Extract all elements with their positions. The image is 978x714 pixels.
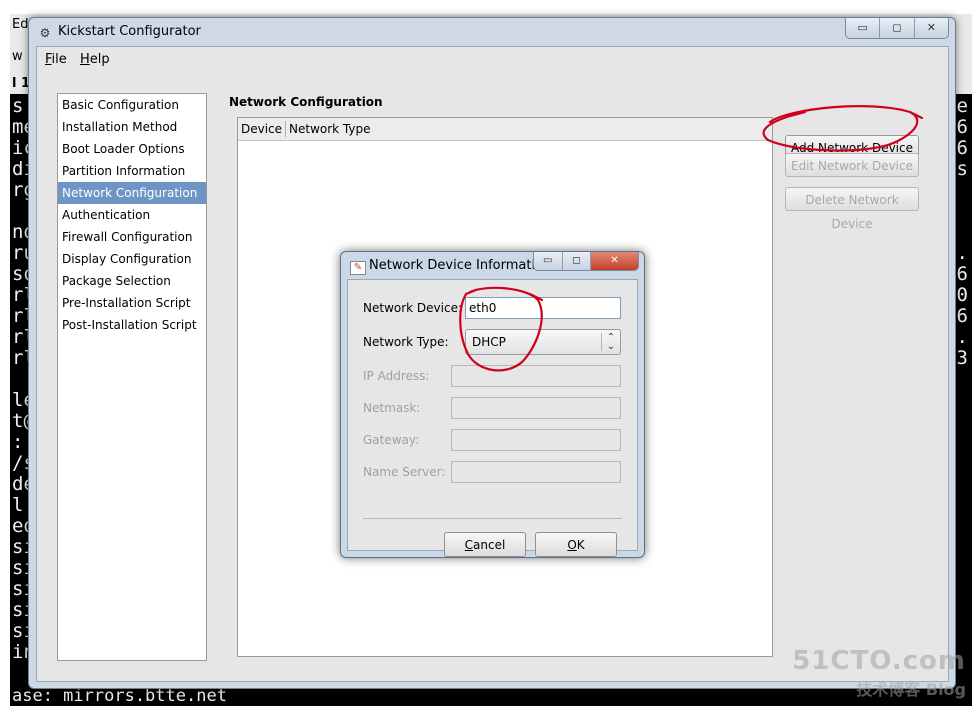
delete-network-device-button[interactable]: Delete Network Device [785, 187, 919, 231]
terminal-menu-text: w [12, 49, 23, 64]
watermark-line1: 51CTO.com [792, 646, 966, 676]
cancel-button[interactable]: Cancel [444, 532, 526, 557]
dialog-title: Network Device Information [369, 258, 552, 273]
kickstart-app-icon: ⚙ [39, 26, 51, 40]
nav-item-pre-installation-script[interactable]: Pre-Installation Script [58, 292, 206, 314]
watermark: 51CTO.com 技术博客 Blog [792, 646, 966, 700]
dialog-app-icon: ✎ [350, 261, 366, 275]
terminal-line: l [12, 494, 24, 516]
column-header-network-type[interactable]: Network Type [289, 118, 370, 140]
ip-address-label: IP Address: [363, 369, 430, 383]
maximize-icon[interactable]: ◻ [562, 252, 592, 270]
network-type-label: Network Type: [363, 335, 449, 349]
netmask-input[interactable] [451, 397, 621, 419]
terminal-line: 0 [956, 284, 968, 306]
table-header: Device Network Type [238, 118, 772, 141]
dialog-separator [363, 518, 622, 519]
window-controls: ▭ ◻ ✕ [845, 18, 949, 39]
watermark-line2: 技术博客 Blog [856, 680, 966, 699]
dialog-window-controls: ▭ ◻ ✕ [533, 252, 639, 271]
nav-item-firewall-configuration[interactable]: Firewall Configuration [58, 226, 206, 248]
network-device-label: Network Device: [363, 301, 462, 315]
nav-item-partition-information[interactable]: Partition Information [58, 160, 206, 182]
nav-item-post-installation-script[interactable]: Post-Installation Script [58, 314, 206, 336]
section-title: Network Configuration [229, 95, 383, 109]
name-server-label: Name Server: [363, 465, 446, 479]
network-device-input[interactable] [465, 297, 621, 319]
close-icon[interactable]: ✕ [915, 18, 948, 38]
chevron-up-down-icon: ⌃ ⌄ [601, 333, 620, 352]
terminal-line: : [12, 431, 24, 453]
network-device-dialog: ✎ Network Device Information ▭ ◻ ✕ Netwo… [340, 251, 645, 558]
configuration-nav-list: Basic Configuration Installation Method … [57, 93, 207, 661]
window-title: Kickstart Configurator [58, 24, 201, 39]
name-server-input[interactable] [451, 461, 621, 483]
netmask-label: Netmask: [363, 401, 421, 415]
nav-item-package-selection[interactable]: Package Selection [58, 270, 206, 292]
column-divider[interactable] [285, 121, 286, 137]
terminal-line: 6 [956, 116, 968, 138]
network-type-value: DHCP [472, 335, 506, 349]
dialog-body: Network Device: Network Type: DHCP ⌃⌄ IP… [347, 279, 638, 557]
column-header-device[interactable]: Device [241, 118, 282, 140]
menu-file[interactable]: File [45, 52, 67, 67]
nav-item-boot-loader-options[interactable]: Boot Loader Options [58, 138, 206, 160]
menu-help[interactable]: Help [80, 52, 110, 67]
nav-item-authentication[interactable]: Authentication [58, 204, 206, 226]
network-type-select[interactable]: DHCP ⌃ ⌄ [465, 329, 621, 355]
terminal-bottom-line: ase: mirrors.btte.net [12, 686, 227, 706]
gateway-input[interactable] [451, 429, 621, 451]
nav-item-display-configuration[interactable]: Display Configuration [58, 248, 206, 270]
gateway-label: Gateway: [363, 433, 420, 447]
nav-item-basic-configuration[interactable]: Basic Configuration [58, 94, 206, 116]
minimize-icon[interactable]: ▭ [534, 252, 563, 270]
close-icon[interactable]: ✕ [591, 252, 638, 270]
nav-item-installation-method[interactable]: Installation Method [58, 116, 206, 138]
menu-bar: File Help [37, 47, 948, 71]
ip-address-input[interactable] [451, 365, 621, 387]
minimize-icon[interactable]: ▭ [846, 18, 881, 38]
maximize-icon[interactable]: ◻ [880, 18, 915, 38]
nav-item-network-configuration[interactable]: Network Configuration [58, 182, 206, 204]
ok-button[interactable]: OK [535, 532, 617, 557]
edit-network-device-button[interactable]: Edit Network Device [785, 153, 919, 177]
terminal-menu-text: Ed [12, 17, 29, 32]
